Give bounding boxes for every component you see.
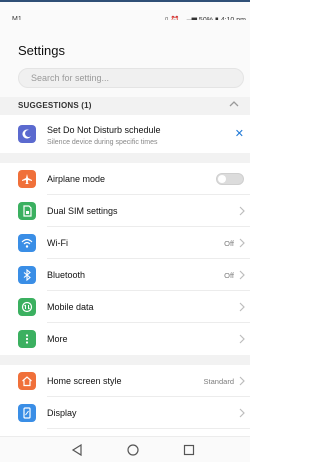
row-home-screen-style[interactable]: Home screen style Standard (0, 365, 250, 397)
row-label: Airplane mode (47, 174, 106, 184)
recents-square-icon[interactable] (182, 443, 196, 457)
row-more[interactable]: More (0, 323, 250, 355)
chevron-right-icon (239, 376, 245, 386)
row-sound-partial[interactable] (0, 429, 250, 436)
more-icon (18, 330, 36, 348)
search-input[interactable]: Search for setting... (18, 68, 244, 88)
row-mobile-data[interactable]: Mobile data (0, 291, 250, 323)
wifi-icon (18, 234, 36, 252)
chevron-right-icon (239, 302, 245, 312)
moon-icon (18, 125, 36, 143)
mobile-data-icon (18, 298, 36, 316)
row-label: More (47, 334, 68, 344)
row-dual-sim[interactable]: Dual SIM settings (0, 195, 250, 227)
row-label: Wi-Fi (47, 238, 68, 248)
navigation-bar (0, 436, 250, 462)
row-display[interactable]: Display (0, 397, 250, 429)
section-gap (0, 153, 250, 163)
chevron-right-icon (239, 334, 245, 344)
chevron-up-icon[interactable] (228, 98, 240, 110)
back-icon[interactable] (70, 443, 84, 457)
bluetooth-icon (18, 266, 36, 284)
row-label: Display (47, 408, 77, 418)
row-label: Mobile data (47, 302, 94, 312)
suggestion-subtitle: Silence device during specific times (47, 139, 158, 146)
row-wifi[interactable]: Wi-Fi Off (0, 227, 250, 259)
home-icon (18, 372, 36, 390)
search-placeholder: Search for setting... (31, 73, 110, 83)
suggestions-header: SUGGESTIONS (1) (0, 97, 250, 115)
chevron-right-icon (239, 408, 245, 418)
row-label: Bluetooth (47, 270, 86, 280)
page-title: Settings (18, 43, 65, 58)
display-icon (18, 404, 36, 422)
wifi-status: Off (224, 239, 234, 248)
row-airplane-mode[interactable]: Airplane mode (0, 163, 250, 195)
close-icon[interactable]: ✕ (235, 127, 244, 140)
chevron-right-icon (239, 270, 245, 280)
airplane-icon (18, 170, 36, 188)
home-circle-icon[interactable] (126, 443, 140, 457)
chevron-right-icon (239, 238, 245, 248)
row-label: Dual SIM settings (47, 206, 118, 216)
bluetooth-status: Off (224, 271, 234, 280)
row-bluetooth[interactable]: Bluetooth Off (0, 259, 250, 291)
toggle-knob (218, 175, 226, 183)
section-gap (0, 355, 250, 365)
airplane-mode-toggle[interactable] (216, 173, 244, 185)
chevron-right-icon (239, 206, 245, 216)
home-style-value: Standard (203, 377, 234, 386)
sim-icon (18, 202, 36, 220)
suggestion-title: Set Do Not Disturb schedule (47, 125, 161, 135)
row-label: Home screen style (47, 376, 122, 386)
suggestion-item-dnd[interactable]: Set Do Not Disturb schedule Silence devi… (0, 115, 250, 153)
suggestions-label: SUGGESTIONS (1) (18, 101, 92, 110)
